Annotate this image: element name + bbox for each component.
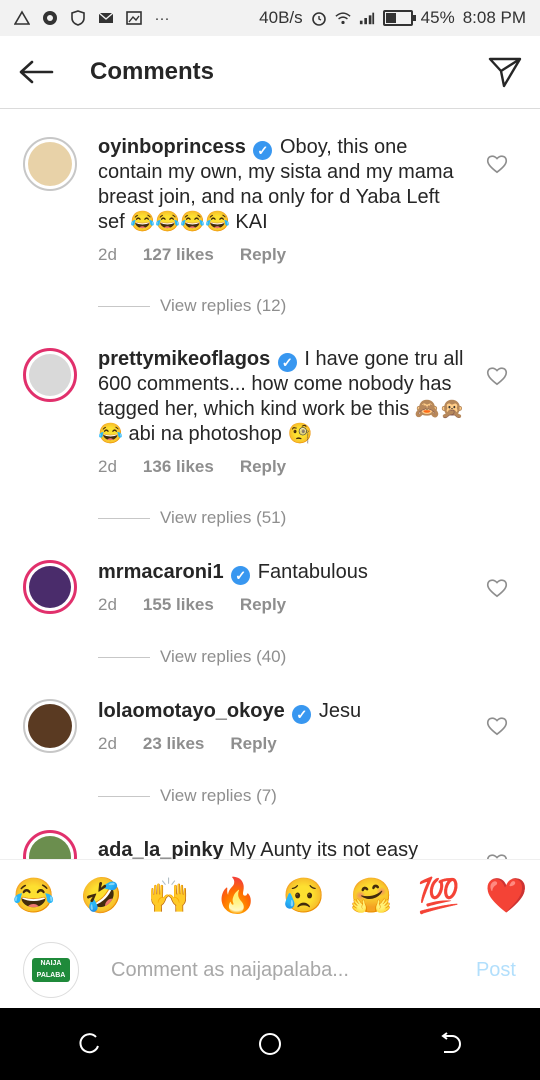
comment-text-block: prettymikeoflagos ✓ I have gone tru all … [98, 347, 468, 447]
view-replies-button[interactable]: View replies (40) [98, 647, 286, 667]
view-replies-button[interactable]: View replies (12) [98, 296, 286, 316]
recent-apps-button[interactable] [70, 1024, 110, 1064]
avatar[interactable] [23, 560, 77, 614]
verified-badge-icon: ✓ [253, 141, 273, 160]
comment-text-block: mrmacaroni1 ✓ Fantabulous [98, 560, 468, 585]
emoji-button[interactable]: 😂 [13, 876, 55, 916]
replies-divider [98, 795, 150, 797]
shield-icon [70, 10, 86, 26]
comment-text-block: ada_la_pinky My Aunty its not easy [98, 838, 468, 859]
battery-icon [382, 10, 416, 26]
emoji-button[interactable]: 😥 [283, 876, 325, 916]
direct-share-button[interactable] [470, 36, 540, 108]
emoji-button[interactable]: 💯 [418, 876, 460, 916]
replies-divider [98, 656, 150, 658]
gmail-icon [98, 10, 114, 26]
clock: 8:08 PM [462, 8, 526, 27]
back-icon[interactable] [438, 1032, 462, 1056]
post-button[interactable]: Post [476, 959, 516, 982]
comment-age: 2d [98, 734, 117, 753]
home-button[interactable] [250, 1024, 290, 1064]
comment-age: 2d [98, 457, 117, 476]
network-speed: 40B/s [259, 8, 303, 27]
comment-age: 2d [98, 595, 117, 614]
view-replies-button[interactable]: View replies (7) [98, 786, 277, 806]
back-button-system[interactable] [430, 1024, 470, 1064]
comment-text: Fantabulous [257, 561, 368, 583]
heart-icon[interactable] [486, 366, 508, 386]
avatar[interactable] [23, 137, 77, 191]
comment-list[interactable]: oyinboprincess ✓ Oboy, this one contain … [0, 109, 540, 859]
naijapalaba-logo: NAIJA PALABA [32, 958, 70, 982]
view-replies-button[interactable]: View replies (51) [98, 508, 286, 528]
comment-meta: 2d 23 likes Reply [98, 734, 277, 754]
reply-button[interactable]: Reply [240, 457, 286, 477]
avatar[interactable] [23, 699, 77, 753]
system-nav-bar [0, 1008, 540, 1080]
comment-meta: 2d 155 likes Reply [98, 595, 286, 615]
comment-input[interactable] [109, 957, 453, 983]
status-bar: ··· 40B/s 45% 8:08 PM [0, 0, 540, 36]
alarm-icon [311, 10, 327, 26]
view-replies-label: View replies (40) [160, 647, 287, 666]
recent-apps-icon[interactable] [78, 1032, 102, 1056]
comment-text: My Aunty its not easy [229, 839, 419, 859]
comment-meta: 2d 136 likes Reply [98, 457, 286, 477]
back-arrow-icon[interactable] [18, 60, 54, 84]
emoji-button[interactable]: 🙌 [148, 876, 190, 916]
replies-divider [98, 305, 150, 307]
comment-username[interactable]: ada_la_pinky [98, 839, 224, 859]
triangle-warning-icon [14, 10, 30, 26]
reply-button[interactable]: Reply [240, 245, 286, 265]
view-replies-label: View replies (51) [160, 508, 287, 527]
page-title: Comments [90, 58, 215, 85]
header: Comments [0, 36, 540, 109]
signal-icon [359, 10, 375, 26]
emoji-button[interactable]: 🔥 [215, 876, 257, 916]
reply-button[interactable]: Reply [230, 734, 276, 754]
comment-username[interactable]: prettymikeoflagos [98, 348, 270, 370]
comment-username[interactable]: oyinboprincess [98, 136, 246, 158]
view-replies-label: View replies (7) [160, 786, 277, 805]
comment-text-block: lolaomotayo_okoye ✓ Jesu [98, 699, 468, 724]
verified-badge-icon: ✓ [277, 353, 297, 372]
like-count[interactable]: 155 likes [143, 595, 214, 615]
reply-button[interactable]: Reply [240, 595, 286, 615]
view-replies-label: View replies (12) [160, 296, 287, 315]
wifi-icon [335, 10, 351, 26]
my-avatar: NAIJA PALABA [23, 942, 79, 998]
like-count[interactable]: 23 likes [143, 734, 204, 754]
heart-icon[interactable] [486, 716, 508, 736]
battery-level: 45% [420, 8, 455, 27]
circle-app-icon [42, 10, 58, 26]
comment-username[interactable]: mrmacaroni1 [98, 561, 224, 583]
image-icon [126, 10, 142, 26]
emoji-quick-bar: 😂 🤣 🙌 🔥 😥 🤗 💯 ❤️ [0, 859, 540, 933]
comment-text-block: oyinboprincess ✓ Oboy, this one contain … [98, 135, 468, 235]
emoji-button[interactable]: 🤗 [350, 876, 392, 916]
send-paper-plane-icon[interactable] [488, 56, 522, 88]
more-dots-icon: ··· [154, 9, 170, 27]
avatar[interactable] [23, 348, 77, 402]
avatar[interactable] [23, 830, 77, 859]
emoji-button[interactable]: ❤️ [485, 876, 527, 916]
emoji-button[interactable]: 🤣 [80, 876, 122, 916]
verified-badge-icon: ✓ [231, 566, 251, 585]
replies-divider [98, 517, 150, 519]
heart-icon[interactable] [486, 578, 508, 598]
heart-icon[interactable] [486, 154, 508, 174]
comment-text: Jesu [318, 700, 362, 722]
comment-age: 2d [98, 245, 117, 264]
verified-badge-icon: ✓ [292, 705, 312, 724]
like-count[interactable]: 127 likes [143, 245, 214, 265]
comment-meta: 2d 127 likes Reply [98, 245, 286, 265]
comment-username[interactable]: lolaomotayo_okoye [98, 700, 285, 722]
like-count[interactable]: 136 likes [143, 457, 214, 477]
home-circle-icon[interactable] [257, 1031, 283, 1057]
comment-composer: NAIJA PALABA Post [0, 932, 540, 1008]
back-button[interactable] [0, 36, 72, 108]
